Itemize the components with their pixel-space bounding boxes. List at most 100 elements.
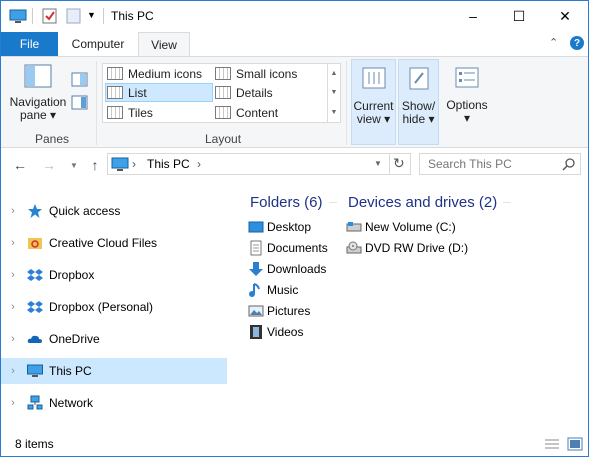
minimize-button[interactable]: – — [450, 1, 496, 31]
drive-d[interactable]: DVD RW Drive (D:) — [346, 238, 468, 258]
layout-content[interactable]: Content — [215, 103, 323, 122]
folder-music[interactable]: Music — [248, 280, 298, 300]
creative-cloud-folder-icon — [28, 238, 42, 249]
layout-group-label: Layout — [205, 132, 242, 146]
dvd-drive-icon — [346, 241, 362, 254]
drives-group-header[interactable]: Devices and drives (2) — [348, 194, 512, 211]
this-pc-icon — [27, 364, 43, 377]
scroll-up-icon[interactable]: ▲ — [331, 70, 338, 77]
nav-item-dropbox[interactable]: › Dropbox — [1, 262, 227, 288]
status-bar: 8 items — [1, 433, 588, 456]
expand-chevron-icon[interactable]: › — [4, 269, 22, 281]
small-icons-icon — [215, 67, 231, 80]
preview-pane-icon[interactable] — [71, 72, 89, 88]
panes-group-label: Panes — [35, 132, 70, 146]
show-hide-button[interactable]: Show/ hide ▾ — [398, 59, 439, 145]
content-icon — [215, 106, 231, 119]
sort-by-icon — [362, 67, 385, 89]
back-arrow-icon[interactable]: ← — [10, 155, 30, 175]
breadcrumb-separator[interactable]: › — [132, 157, 136, 171]
breadcrumb-this-pc[interactable]: This PC — [147, 157, 190, 171]
explorer-window: ▼ This PC – ☐ ✕ File Computer View ⌃ ? N… — [0, 0, 589, 457]
maximize-button[interactable]: ☐ — [496, 1, 542, 31]
new-folder-icon[interactable] — [65, 7, 83, 25]
navigation-pane-button[interactable]: Navigation pane ▾ — [7, 63, 69, 127]
scroll-down-icon[interactable]: ▼ — [331, 89, 338, 96]
nav-item-network[interactable]: › Network — [1, 390, 227, 416]
folder-pictures[interactable]: Pictures — [248, 301, 310, 321]
ribbon-collapse-icon[interactable]: ⌃ — [549, 36, 558, 49]
options-button[interactable]: Options ▾ — [442, 59, 492, 145]
layout-list[interactable]: List — [105, 83, 213, 102]
folder-documents[interactable]: Documents — [248, 238, 328, 258]
hard-drive-icon — [346, 222, 362, 232]
pictures-icon — [248, 305, 264, 317]
layout-small-icons[interactable]: Small icons — [215, 64, 323, 83]
layout-scroll[interactable]: ▲ ▼ ▼ — [327, 64, 340, 122]
address-bar[interactable]: › This PC › ▼ ↻ — [107, 153, 411, 175]
breadcrumb-separator[interactable]: › — [197, 157, 201, 171]
navigation-pane: › Quick access › Creative Cloud Files › … — [1, 183, 229, 433]
drive-c[interactable]: New Volume (C:) — [346, 217, 456, 237]
ribbon-separator — [346, 61, 347, 145]
content-area: Folders (6) Devices and drives (2) Deskt… — [231, 183, 587, 433]
up-arrow-icon[interactable]: ↑ — [85, 155, 105, 175]
computer-icon[interactable] — [9, 7, 27, 25]
nav-item-quick-access[interactable]: › Quick access — [1, 198, 227, 224]
onedrive-cloud-icon — [27, 335, 42, 343]
folder-downloads[interactable]: Downloads — [248, 259, 326, 279]
expand-chevron-icon[interactable]: › — [4, 205, 22, 217]
forward-arrow-icon[interactable]: → — [39, 155, 59, 175]
list-icon — [107, 86, 123, 99]
layout-details[interactable]: Details — [215, 83, 323, 102]
medium-icons-icon — [107, 67, 123, 80]
search-box[interactable]: Search This PC — [419, 153, 581, 175]
expand-chevron-icon[interactable]: › — [4, 397, 22, 409]
close-button[interactable]: ✕ — [542, 1, 588, 31]
large-icons-view-icon[interactable] — [567, 437, 583, 451]
qa-customize-icon[interactable]: ▼ — [87, 10, 96, 28]
this-pc-icon — [111, 157, 129, 171]
dropbox-icon — [27, 269, 43, 281]
tab-view[interactable]: View — [138, 32, 190, 57]
dropbox-icon — [27, 301, 43, 313]
layout-medium-icons[interactable]: Medium icons — [105, 64, 213, 83]
details-pane-icon[interactable] — [71, 95, 89, 111]
tab-computer[interactable]: Computer — [63, 32, 133, 56]
navigation-pane-icon — [24, 64, 52, 88]
tab-file[interactable]: File — [1, 32, 58, 56]
expand-chevron-icon[interactable]: › — [4, 237, 22, 249]
recent-locations-icon[interactable]: ▼ — [64, 155, 84, 175]
folder-videos[interactable]: Videos — [248, 322, 303, 342]
nav-item-this-pc[interactable]: › This PC — [1, 358, 227, 384]
expand-chevron-icon[interactable]: › — [4, 333, 22, 345]
nav-item-creative-cloud[interactable]: › Creative Cloud Files — [1, 230, 227, 256]
title-divider — [103, 8, 104, 24]
expand-chevron-icon[interactable]: › — [4, 301, 22, 313]
ribbon: Navigation pane ▾ Panes Medium icons Sma… — [1, 56, 588, 148]
details-icon — [215, 86, 231, 99]
refresh-icon[interactable]: ↻ — [393, 155, 405, 172]
current-view-button[interactable]: Current view ▾ — [351, 59, 396, 145]
window-title: This PC — [111, 9, 154, 23]
group-header-line — [328, 202, 337, 203]
star-icon — [28, 204, 42, 218]
options-icon — [455, 67, 479, 88]
nav-item-onedrive[interactable]: › OneDrive — [1, 326, 227, 352]
qa-divider — [32, 8, 33, 24]
help-icon[interactable]: ? — [570, 36, 584, 50]
search-input[interactable]: Search This PC — [428, 157, 512, 171]
layout-tiles[interactable]: Tiles — [105, 103, 213, 122]
folder-desktop[interactable]: Desktop — [248, 217, 311, 237]
folders-group-header[interactable]: Folders (6) — [250, 194, 337, 211]
properties-icon[interactable] — [41, 7, 59, 25]
documents-icon — [250, 240, 262, 256]
nav-item-dropbox-personal[interactable]: › Dropbox (Personal) — [1, 294, 227, 320]
desktop-icon — [248, 221, 264, 233]
videos-icon — [250, 325, 262, 339]
expand-chevron-icon[interactable]: › — [4, 365, 22, 377]
search-icon[interactable] — [562, 157, 576, 171]
details-view-icon[interactable] — [544, 438, 560, 450]
address-dropdown-icon[interactable]: ▼ — [374, 159, 382, 168]
gallery-expand-icon[interactable]: ▼ — [331, 109, 338, 116]
